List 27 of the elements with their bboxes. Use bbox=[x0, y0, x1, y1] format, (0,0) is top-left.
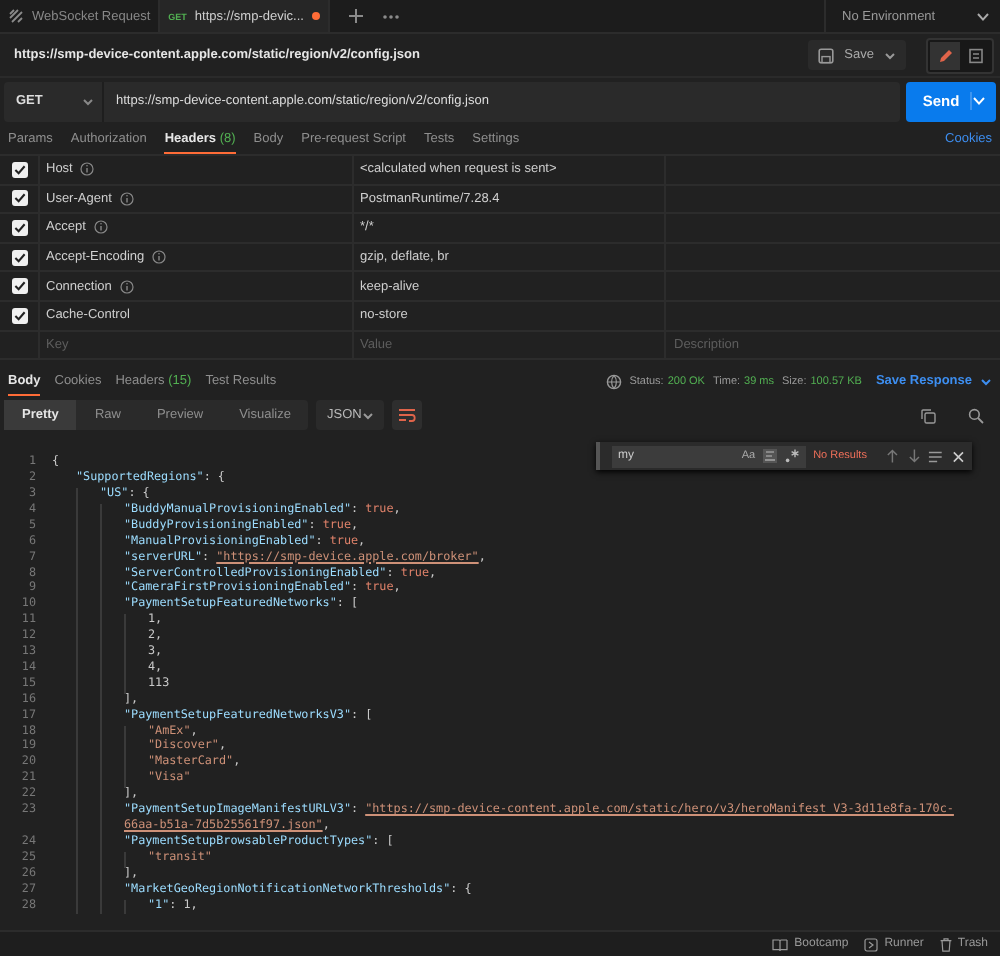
copy-icon[interactable] bbox=[920, 407, 936, 424]
pencil-icon bbox=[937, 47, 953, 63]
chevron-down-icon bbox=[884, 51, 896, 59]
chevron-down-icon bbox=[976, 11, 990, 21]
book-icon bbox=[772, 937, 789, 951]
plus-icon[interactable] bbox=[347, 8, 364, 24]
arrow-down-icon[interactable] bbox=[907, 448, 921, 465]
match-word-icon[interactable] bbox=[761, 448, 778, 465]
wrap-lines-icon bbox=[398, 407, 417, 424]
arrow-up-icon[interactable] bbox=[886, 448, 900, 465]
wrap-lines-button[interactable] bbox=[392, 400, 423, 431]
trash-icon bbox=[939, 937, 952, 951]
chevron-down-icon bbox=[362, 411, 375, 420]
selection-icon[interactable] bbox=[928, 449, 944, 464]
more-icon[interactable] bbox=[381, 13, 400, 19]
chevron-down-icon bbox=[980, 377, 992, 386]
chevron-down-icon bbox=[972, 96, 986, 106]
search-icon[interactable] bbox=[968, 407, 984, 424]
globe-icon bbox=[605, 373, 622, 390]
close-icon[interactable] bbox=[951, 449, 964, 464]
websocket-icon bbox=[8, 8, 24, 24]
chevron-down-icon bbox=[82, 97, 94, 105]
terminal-icon bbox=[864, 937, 879, 951]
document-icon bbox=[967, 47, 983, 63]
edit-button[interactable] bbox=[930, 41, 960, 69]
checkbox[interactable] bbox=[11, 278, 27, 295]
regex-icon[interactable] bbox=[783, 448, 800, 465]
